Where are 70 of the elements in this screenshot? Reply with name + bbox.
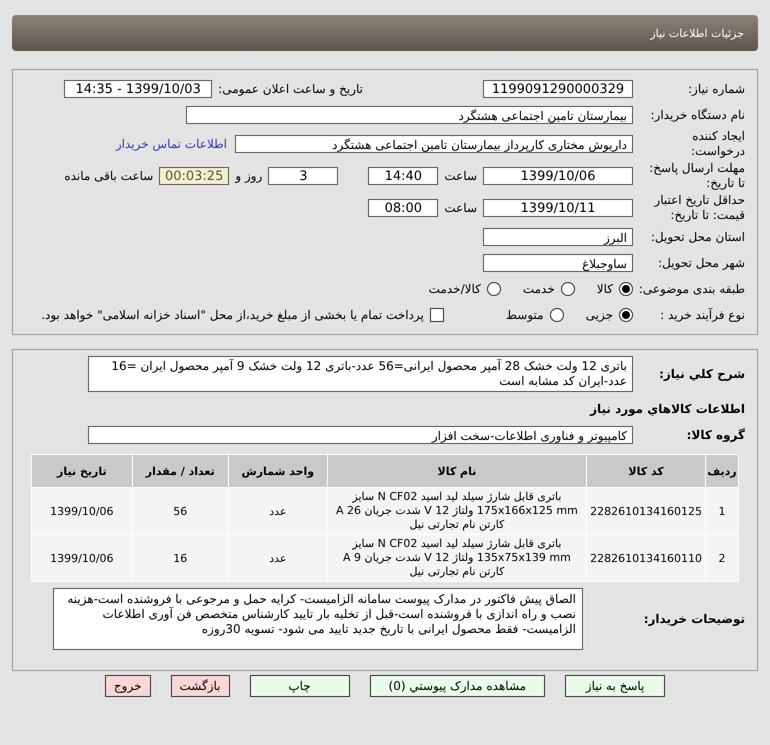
- table-cell: باتری قابل شارژ سیلد لید اسید N CF02 سایز 175x166x125 mm ولتاژ 12 V شدت جریان 26 A کارتن نام تجارتی نیل: [328, 488, 586, 534]
- remaining-label: ساعت باقی مانده: [64, 169, 154, 183]
- radio-label: کالا: [596, 282, 613, 296]
- action-button[interactable]: مشاهده مدارک پیوستي (0): [370, 675, 546, 697]
- days-field: 3: [268, 167, 338, 185]
- field-label: شهر محل تحویل:: [657, 256, 745, 270]
- field-label: استان محل تحویل:: [650, 230, 745, 244]
- field-label: مهلت ارسال پاسخ: تا تاریخ:: [648, 161, 745, 191]
- radio-button[interactable]: [560, 282, 575, 296]
- field-label: توضیحات خریدار:: [642, 612, 745, 626]
- radio-label: کالا/خدمت: [428, 282, 481, 296]
- page-title: جزئیات اطلاعات نیاز: [650, 26, 744, 40]
- goods-group-field: کامپیوتر و فناوری اطلاعات-سخت افزار: [88, 426, 633, 444]
- column-header: ردیف: [706, 455, 738, 487]
- table-cell: 2282610134160125: [587, 488, 706, 534]
- column-header: تاریخ نیاز: [32, 455, 132, 487]
- field-label: گروه كالا:: [686, 428, 745, 442]
- deadline-date-field: 1399/10/06: [483, 167, 633, 185]
- announce-date-field: 1399/10/03 - 14:35: [64, 80, 212, 98]
- table-cell: عدد: [228, 488, 327, 534]
- radio-button[interactable]: [619, 308, 633, 322]
- table-cell: عدد: [228, 535, 327, 581]
- field-label: نام دستگاه خریدار:: [650, 108, 745, 122]
- checkbox-label: پرداخت تمام یا بخشی از مبلغ خرید،از محل "اسناد خزانه اسلامی" خواهد بود.: [41, 308, 424, 322]
- radio-button[interactable]: [486, 282, 501, 296]
- description-field: باتری 12 ولت خشک 28 آمپر محصول ایرانی=56 عدد-باتری 12 ولت خشک 9 آمپر محصول ایران =16 عدد-ایران کد مشابه است: [88, 356, 633, 392]
- validity-date-field: 1399/10/11: [483, 199, 633, 217]
- action-button[interactable]: چاپ: [250, 675, 350, 697]
- table-cell: 2: [706, 535, 738, 581]
- radio-button[interactable]: [619, 282, 633, 296]
- field-label: طبقه بندی موضوعی:: [638, 282, 745, 296]
- table-cell: 1399/10/06: [32, 535, 132, 581]
- column-header: کد کالا: [587, 455, 706, 487]
- table-cell: 1: [706, 488, 738, 534]
- need-number-field: 1199091290000329: [483, 80, 633, 98]
- field-label: تاریخ و ساعت اعلان عمومی:: [218, 82, 363, 96]
- validity-time-field: 08:00: [368, 199, 438, 217]
- time-label: ساعت: [444, 169, 477, 183]
- days-label: روز و: [235, 169, 262, 183]
- table-cell: 2282610134160110: [587, 535, 706, 581]
- time-label: ساعت: [444, 201, 477, 215]
- radio-label: متوسط: [506, 308, 544, 322]
- radio-label: جزیی: [586, 308, 613, 322]
- section-title: اطلاعات كالاهاي مورد نياز: [590, 401, 745, 418]
- deadline-time-field: 14:40: [368, 167, 438, 185]
- requester-field: داریوش مختاری کارپرداز بیمارستان تامین اجتماعی هشتگرد: [235, 135, 633, 153]
- table-cell: 1399/10/06: [32, 488, 132, 534]
- action-button[interactable]: بازگشت: [170, 675, 230, 697]
- table-cell: 16: [132, 535, 228, 581]
- table-cell: 56: [132, 488, 228, 534]
- column-header: واحد شمارش: [228, 455, 327, 487]
- city-field: ساوجبلاغ: [483, 254, 633, 272]
- radio-button[interactable]: [550, 308, 564, 322]
- field-label: حداقل تاریخ اعتبار قیمت: تا تاریخ:: [652, 193, 745, 223]
- contact-link[interactable]: اطلاعات تماس خریدار: [116, 137, 227, 151]
- action-button[interactable]: خروج: [104, 675, 150, 697]
- table-cell: باتری قابل شارژ سیلد لید اسید N CF02 سایز 135x75x139 mm ولتاژ 12 V شدت جریان 9 A کارتن نام تجارتی نیل: [328, 535, 586, 581]
- buyer-field: بیمارستان تامین اجتماعی هشتگرد: [186, 106, 633, 124]
- province-field: البرز: [483, 228, 633, 246]
- field-label: نوع فرآیند خرید :: [659, 308, 745, 322]
- remaining-time-field: 00:03:25: [159, 167, 230, 185]
- column-header: تعداد / مقدار: [132, 455, 228, 487]
- radio-label: خدمت: [522, 282, 555, 296]
- buyer-notes-field: الصاق پیش فاکتور در مدارک پیوست سامانه الزامیست- کرایه حمل و مرجوعی با فروشنده است-هزینه نصب و راه اندازی با فروشنده است-قبل از تخلیه بار تایید کارشناس متخصص فن آوری اطلاعات الزامیست- فقط محصول ایرانی با تاریخ جدید تایید می شود- تسویه 30روزه: [53, 588, 583, 650]
- field-label: شماره نیاز:: [687, 82, 745, 96]
- field-label: شرح کلي نياز:: [658, 366, 745, 382]
- column-header: نام کالا: [328, 455, 586, 487]
- checkbox[interactable]: [430, 308, 444, 322]
- field-label: ایجاد کننده درخواست:: [690, 129, 745, 159]
- action-button[interactable]: پاسخ به نیاز: [565, 675, 666, 697]
